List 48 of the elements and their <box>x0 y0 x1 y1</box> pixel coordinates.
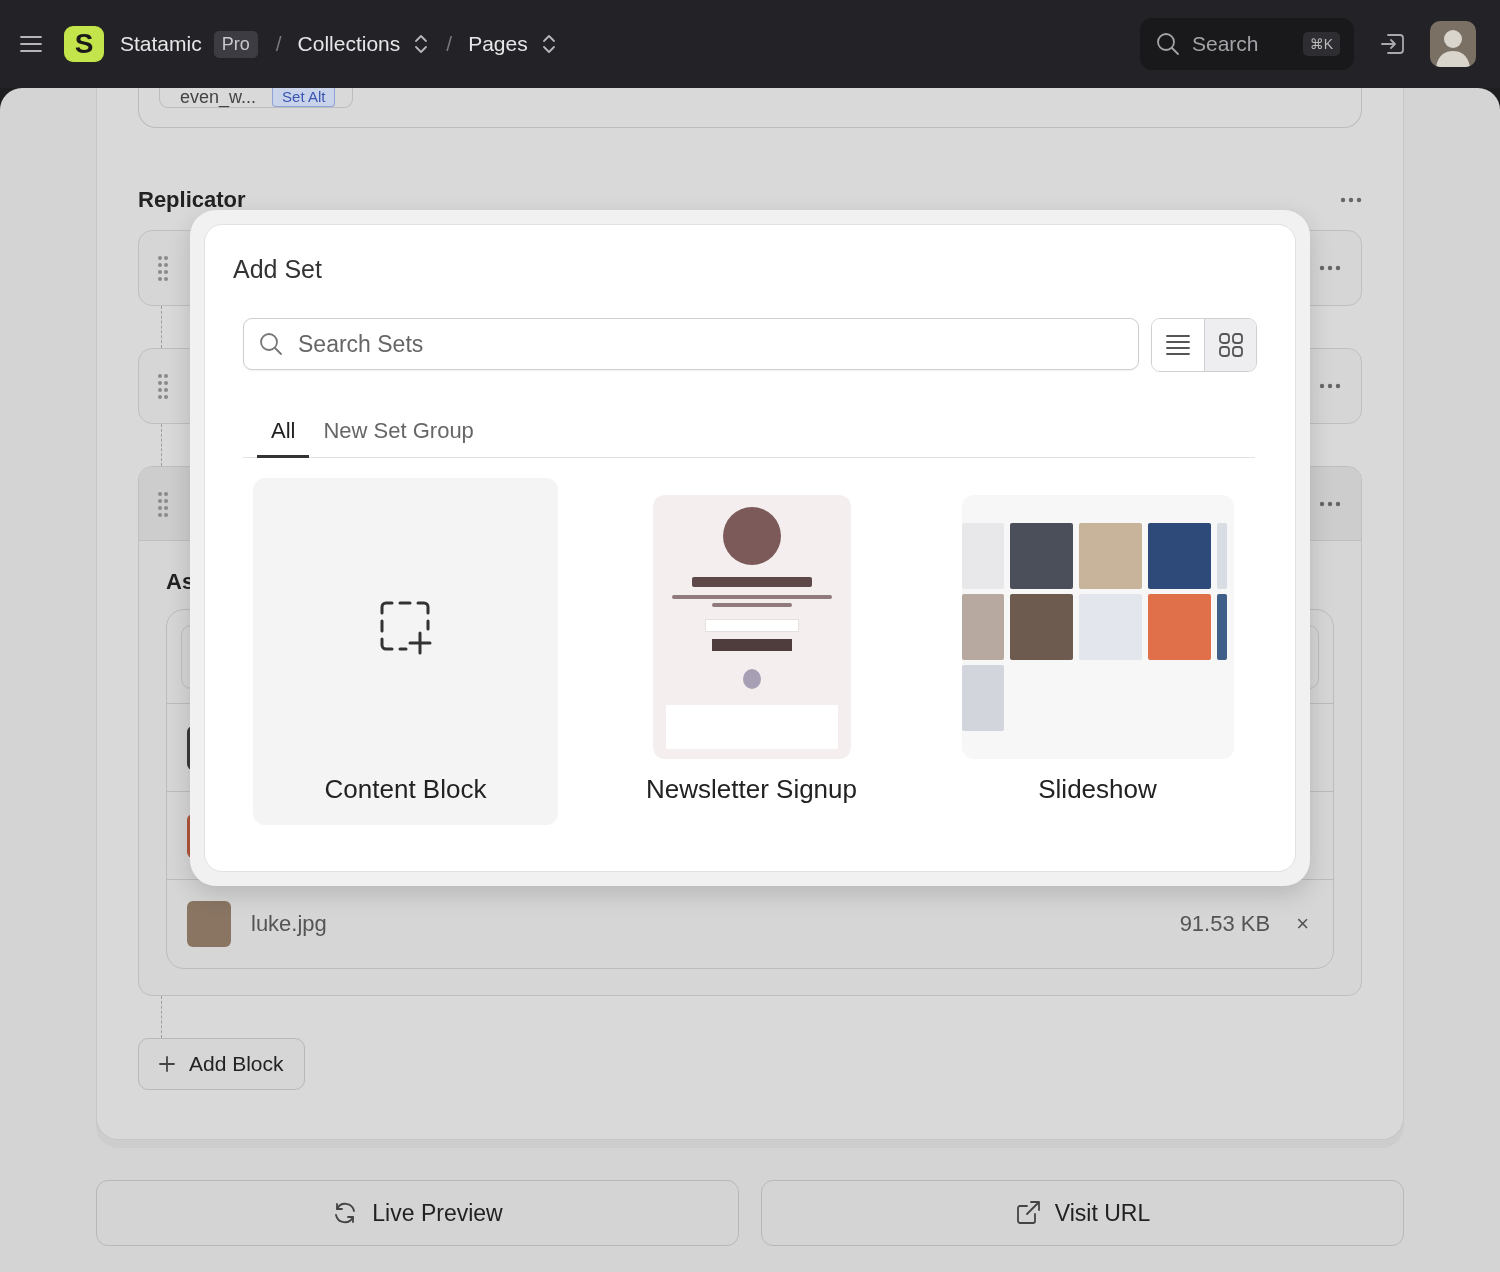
drag-handle-icon <box>157 373 169 399</box>
search-button[interactable]: Search ⌘K <box>1140 18 1354 70</box>
search-field[interactable]: Search Sets <box>243 318 1139 370</box>
logo[interactable]: S <box>64 26 104 62</box>
visit-url-button[interactable]: Visit URL <box>761 1180 1404 1246</box>
exit-icon <box>1380 32 1406 56</box>
menu-icon <box>20 35 42 53</box>
drag-handle-icon <box>157 490 169 517</box>
shortcut-badge: ⌘K <box>1302 32 1340 56</box>
set-label: Newsletter Signup <box>646 774 857 805</box>
avatar[interactable] <box>1430 21 1476 67</box>
set-alt-badge[interactable]: Set Alt <box>272 88 336 107</box>
breadcrumb-separator: / <box>275 32 282 56</box>
search-label: Search <box>1192 32 1260 56</box>
search-icon <box>259 332 283 356</box>
more-icon[interactable] <box>1319 383 1341 389</box>
field-label: Replicator <box>138 187 246 213</box>
list-icon <box>1165 332 1191 358</box>
breadcrumb-link[interactable]: Collections <box>297 32 401 56</box>
grid-view-button[interactable] <box>1204 319 1256 371</box>
file-name: luke.jpg <box>251 911 327 937</box>
chevron-up-down-icon <box>541 33 556 55</box>
set-label: Slideshow <box>1038 774 1157 805</box>
breadcrumb-link[interactable]: Pages <box>468 32 528 56</box>
more-icon <box>1340 197 1362 203</box>
more-icon[interactable] <box>1319 500 1341 507</box>
modal-title: Add Set <box>233 255 323 284</box>
tab[interactable]: All <box>257 408 310 458</box>
tab[interactable]: New Set Group <box>309 408 488 458</box>
grid-icon <box>1217 332 1244 358</box>
site-name[interactable]: Statamic <box>120 32 202 56</box>
breadcrumb-separator: / <box>446 32 453 56</box>
drag-handle-icon <box>157 255 169 281</box>
file-size: 91.53 KB <box>1179 911 1271 937</box>
search-icon <box>1156 32 1180 56</box>
remove-button[interactable]: × <box>1292 911 1313 937</box>
file-name: even_w... <box>180 88 257 107</box>
chevron-up-down-icon <box>414 33 429 55</box>
photo-placeholder <box>187 901 231 947</box>
set-option[interactable]: Newsletter Signup <box>599 478 904 825</box>
external-link-icon <box>1014 1200 1041 1226</box>
set-option[interactable]: Slideshow <box>945 478 1250 825</box>
add-block-button[interactable]: Add Block <box>138 1038 305 1090</box>
more-icon[interactable] <box>1319 265 1341 271</box>
live-preview-button[interactable]: Live Preview <box>96 1180 739 1246</box>
plus-icon <box>159 1056 175 1072</box>
edition-badge: Pro <box>213 30 258 58</box>
set-label: Content Block <box>324 774 487 805</box>
